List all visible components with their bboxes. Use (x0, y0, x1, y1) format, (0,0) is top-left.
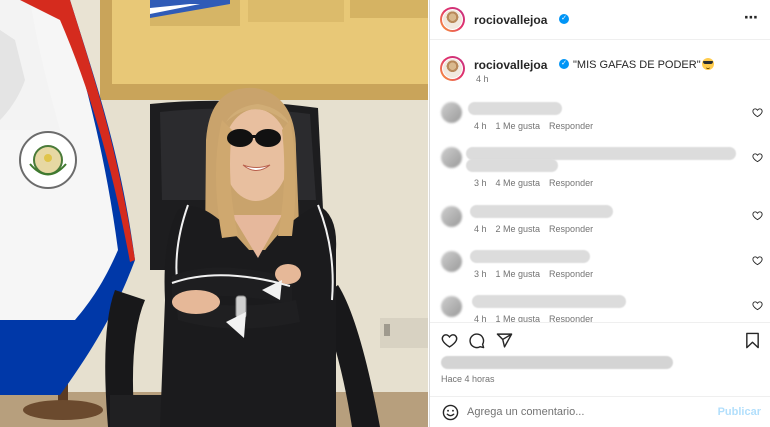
comment-likes[interactable]: 2 Me gusta (496, 224, 541, 234)
caption-avatar[interactable] (440, 56, 465, 81)
author-username[interactable]: rociovallejoa (474, 13, 547, 27)
reply-button[interactable]: Responder (549, 269, 593, 279)
verified-badge-icon: ✓ (559, 14, 569, 24)
reply-button[interactable]: Responder (549, 121, 593, 131)
author-avatar[interactable] (440, 7, 465, 32)
comment-meta: 4 h 1 Me gusta Responder (474, 121, 602, 131)
heart-icon[interactable] (441, 332, 458, 349)
action-bar (430, 322, 770, 358)
comment-like-heart-icon[interactable] (752, 255, 763, 266)
comment-avatar[interactable] (441, 206, 462, 227)
comment-time: 4 h (474, 314, 487, 322)
share-icon[interactable] (496, 332, 513, 349)
comment-text-redacted (468, 102, 562, 115)
comment-likes[interactable]: 4 Me gusta (496, 178, 541, 188)
comment-meta: 4 h 2 Me gusta Responder (474, 224, 602, 234)
comment-like-heart-icon[interactable] (752, 107, 763, 118)
post-image (0, 0, 428, 427)
caption-username[interactable]: rociovallejoa (474, 58, 547, 72)
comment-input[interactable] (467, 403, 707, 421)
emoji-picker-icon[interactable] (442, 404, 459, 421)
comment-text-redacted (472, 295, 626, 308)
comment-text-redacted (470, 250, 590, 263)
comment-meta: 3 h 4 Me gusta Responder (474, 178, 602, 188)
caption-text-content: "MIS GAFAS DE PODER" (573, 59, 701, 71)
post-details-panel: rociovallejoa ✓ ⋯ rociovallejoa ✓ "MIS G… (429, 0, 770, 427)
reply-button[interactable]: Responder (549, 178, 593, 188)
caption-time: 4 h (476, 74, 489, 84)
bookmark-icon[interactable] (744, 332, 761, 349)
caption-verified-badge-icon: ✓ (559, 59, 569, 69)
comment-avatar[interactable] (441, 102, 462, 123)
comment-icon[interactable] (468, 332, 485, 349)
comment-meta: 4 h 1 Me gusta Responder (474, 314, 602, 322)
comment-time: 3 h (474, 269, 487, 279)
post-photo[interactable] (0, 0, 428, 427)
comment-likes[interactable]: 1 Me gusta (496, 121, 541, 131)
comment-likes[interactable]: 1 Me gusta (496, 269, 541, 279)
publish-button[interactable]: Publicar (718, 406, 761, 418)
comment-likes[interactable]: 1 Me gusta (496, 314, 541, 322)
more-options-icon[interactable]: ⋯ (744, 10, 759, 24)
comment-avatar[interactable] (441, 147, 462, 168)
comment-time: 3 h (474, 178, 487, 188)
comment-like-heart-icon[interactable] (752, 152, 763, 163)
comment-time: 4 h (474, 224, 487, 234)
comment-time: 4 h (474, 121, 487, 131)
comment-like-heart-icon[interactable] (752, 210, 763, 221)
post-timestamp[interactable]: Hace 4 horas (441, 374, 495, 384)
reply-button[interactable]: Responder (549, 224, 593, 234)
comment-like-heart-icon[interactable] (752, 300, 763, 311)
comment-text-redacted (470, 205, 613, 218)
comment-avatar[interactable] (441, 296, 462, 317)
post-header: rociovallejoa ✓ ⋯ (430, 0, 770, 40)
likes-summary-redacted[interactable] (441, 356, 673, 369)
reply-button[interactable]: Responder (549, 314, 593, 322)
sunglasses-emoji-icon (701, 58, 714, 70)
add-comment-bar: Publicar (430, 396, 770, 427)
comment-meta: 3 h 1 Me gusta Responder (474, 269, 602, 279)
comment-avatar[interactable] (441, 251, 462, 272)
comment-text-redacted (466, 159, 558, 172)
comments-list[interactable]: 4 h 1 Me gusta Responder 3 h 4 Me gusta Resp… (430, 95, 770, 322)
caption-text: "MIS GAFAS DE PODER" (573, 58, 714, 71)
